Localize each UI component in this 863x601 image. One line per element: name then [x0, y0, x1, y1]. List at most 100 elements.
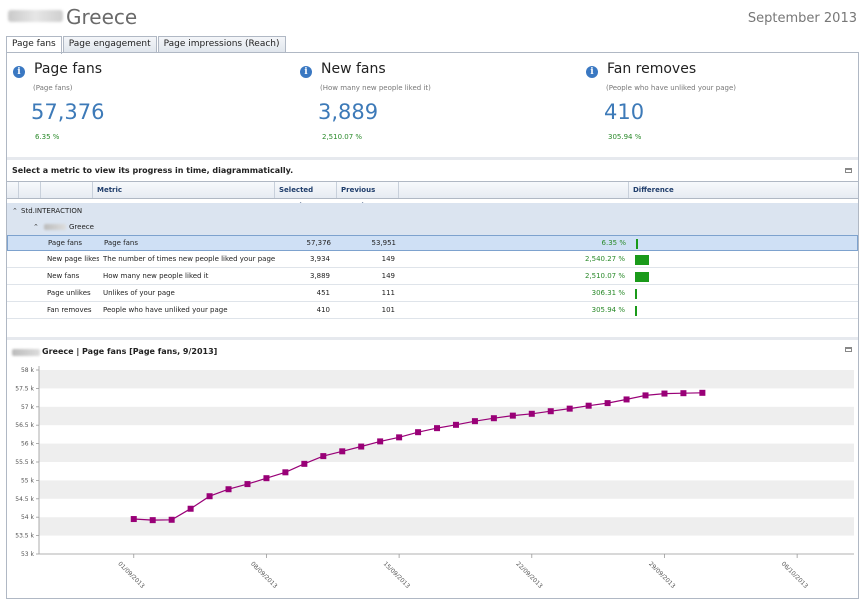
chevron-up-icon[interactable]: ⌃ [12, 203, 18, 219]
grid-header-spacer [399, 182, 629, 198]
row-metric: People who have unliked your page [103, 306, 228, 314]
group-row[interactable]: ⌃ Std.INTERACTION [7, 203, 858, 219]
x-tick-label: 15/09/2013 [382, 560, 412, 590]
data-point [244, 481, 251, 488]
kpi-subtitle: (How many new people liked it) [320, 84, 431, 92]
row-selected-month: 57,376 [306, 239, 332, 247]
row-difference: 2,510.07 % [584, 272, 625, 280]
data-point [566, 405, 573, 412]
data-point [528, 410, 535, 417]
data-point [396, 434, 403, 441]
row-difference: 2,540.27 % [584, 255, 625, 263]
kpi-change: 305.94 % [608, 133, 642, 141]
info-icon[interactable]: i [586, 66, 598, 78]
minimize-icon[interactable] [845, 168, 852, 173]
chevron-up-icon[interactable]: ⌃ [33, 219, 39, 235]
x-tick-label: 22/09/2013 [514, 560, 544, 590]
data-point [471, 418, 478, 425]
table-row[interactable]: New fans How many new people liked it 3,88… [7, 269, 858, 285]
data-point [339, 448, 346, 455]
data-point [130, 516, 137, 523]
row-difference: 6.35 % [601, 239, 626, 247]
chart-title: Greece | Page fans [Page fans, 9/2013] [42, 347, 218, 356]
page-fans-line-chart: 53 k 53.5 k 54 k 54.5 k 55 k 55.5 k 56 k 56.5 k… [15, 366, 854, 590]
data-point [661, 390, 668, 397]
difference-bar [636, 239, 638, 249]
column-header-previous-month[interactable]: Previous month [337, 182, 399, 210]
data-point [358, 443, 365, 450]
grid-band [39, 443, 854, 462]
row-selected-month: 3,934 [309, 255, 330, 263]
data-point [282, 469, 289, 476]
table-row[interactable]: Page fans Page fans 57,376 53,951 6.35 % [7, 235, 858, 251]
y-tick-label: 56.5 k [15, 422, 34, 429]
minimize-icon[interactable] [845, 347, 852, 352]
kpi-value: 57,376 [31, 100, 105, 124]
y-tick-label: 58 k [21, 367, 35, 374]
data-point [547, 408, 554, 415]
page-title: Greece [66, 5, 138, 29]
column-header-metric[interactable]: Metric [93, 182, 275, 198]
y-tick-label: 55.5 k [15, 459, 34, 466]
table-row[interactable]: New page likes The number of times new pe… [7, 252, 858, 268]
difference-bar [635, 306, 637, 316]
y-tick-label: 54.5 k [15, 496, 34, 503]
data-point [680, 390, 687, 397]
difference-bar [635, 255, 649, 265]
x-tick-label: 08/09/2013 [249, 560, 279, 590]
data-point [187, 505, 194, 512]
row-previous-month: 149 [381, 255, 395, 263]
row-name: Page unlikes [47, 289, 91, 297]
data-point [604, 400, 611, 407]
column-header-selected-month[interactable]: Selected month [275, 182, 337, 210]
period-label: September 2013 [747, 11, 857, 26]
row-selected-month: 451 [316, 289, 330, 297]
page-header: Greece September 2013 [0, 0, 863, 34]
grid-header-spacer [19, 182, 41, 198]
data-point [168, 516, 175, 523]
group-label: Std.INTERACTION [21, 207, 83, 215]
row-name: New page likes [47, 255, 99, 263]
tab-page-impressions[interactable]: Page impressions (Reach) [157, 36, 286, 53]
data-point [377, 438, 384, 445]
info-icon[interactable]: i [13, 66, 25, 78]
data-point [585, 402, 592, 409]
grid-header-name[interactable] [41, 182, 93, 198]
y-tick-label: 57 k [21, 404, 35, 411]
column-header-difference[interactable]: Difference [629, 182, 858, 198]
tab-strip: Page fans Page engagement Page impressio… [6, 36, 287, 54]
info-icon[interactable]: i [300, 66, 312, 78]
row-previous-month: 111 [381, 289, 395, 297]
data-point [509, 412, 516, 419]
table-row[interactable]: Page unlikes Unlikes of your page 451 111 30… [7, 286, 858, 302]
grid-band [39, 406, 854, 426]
row-selected-month: 3,889 [309, 272, 330, 280]
row-metric: The number of times new people liked you… [103, 255, 276, 263]
metrics-grid: Metric Selected month Previous month Dif… [7, 181, 858, 336]
data-point [415, 429, 422, 436]
grid-band [39, 480, 854, 499]
tab-page-engagement[interactable]: Page engagement [62, 36, 157, 53]
kpi-change: 2,510.07 % [322, 133, 363, 141]
brand-name-blurred [12, 349, 40, 356]
kpi-title: New fans [321, 61, 386, 77]
data-point [320, 453, 327, 460]
subgroup-row[interactable]: ⌃ Greece [7, 219, 858, 235]
table-row[interactable]: Fan removes People who have unliked your … [7, 303, 858, 319]
subgroup-label: Greece [69, 223, 94, 231]
row-previous-month: 101 [381, 306, 395, 314]
kpi-value: 410 [604, 100, 645, 124]
row-metric: Unlikes of your page [103, 289, 175, 297]
difference-bar [635, 289, 637, 299]
row-difference: 306.31 % [591, 289, 625, 297]
data-point [699, 389, 706, 396]
y-tick-label: 53 k [21, 551, 35, 558]
kpi-change: 6.35 % [35, 133, 60, 141]
data-point [642, 392, 649, 399]
data-point [490, 415, 497, 422]
grid-header: Metric Selected month Previous month Dif… [7, 182, 858, 210]
data-point [225, 486, 232, 493]
y-tick-label: 56 k [21, 441, 35, 448]
difference-bar [635, 272, 649, 282]
row-metric: Page fans [104, 239, 139, 247]
